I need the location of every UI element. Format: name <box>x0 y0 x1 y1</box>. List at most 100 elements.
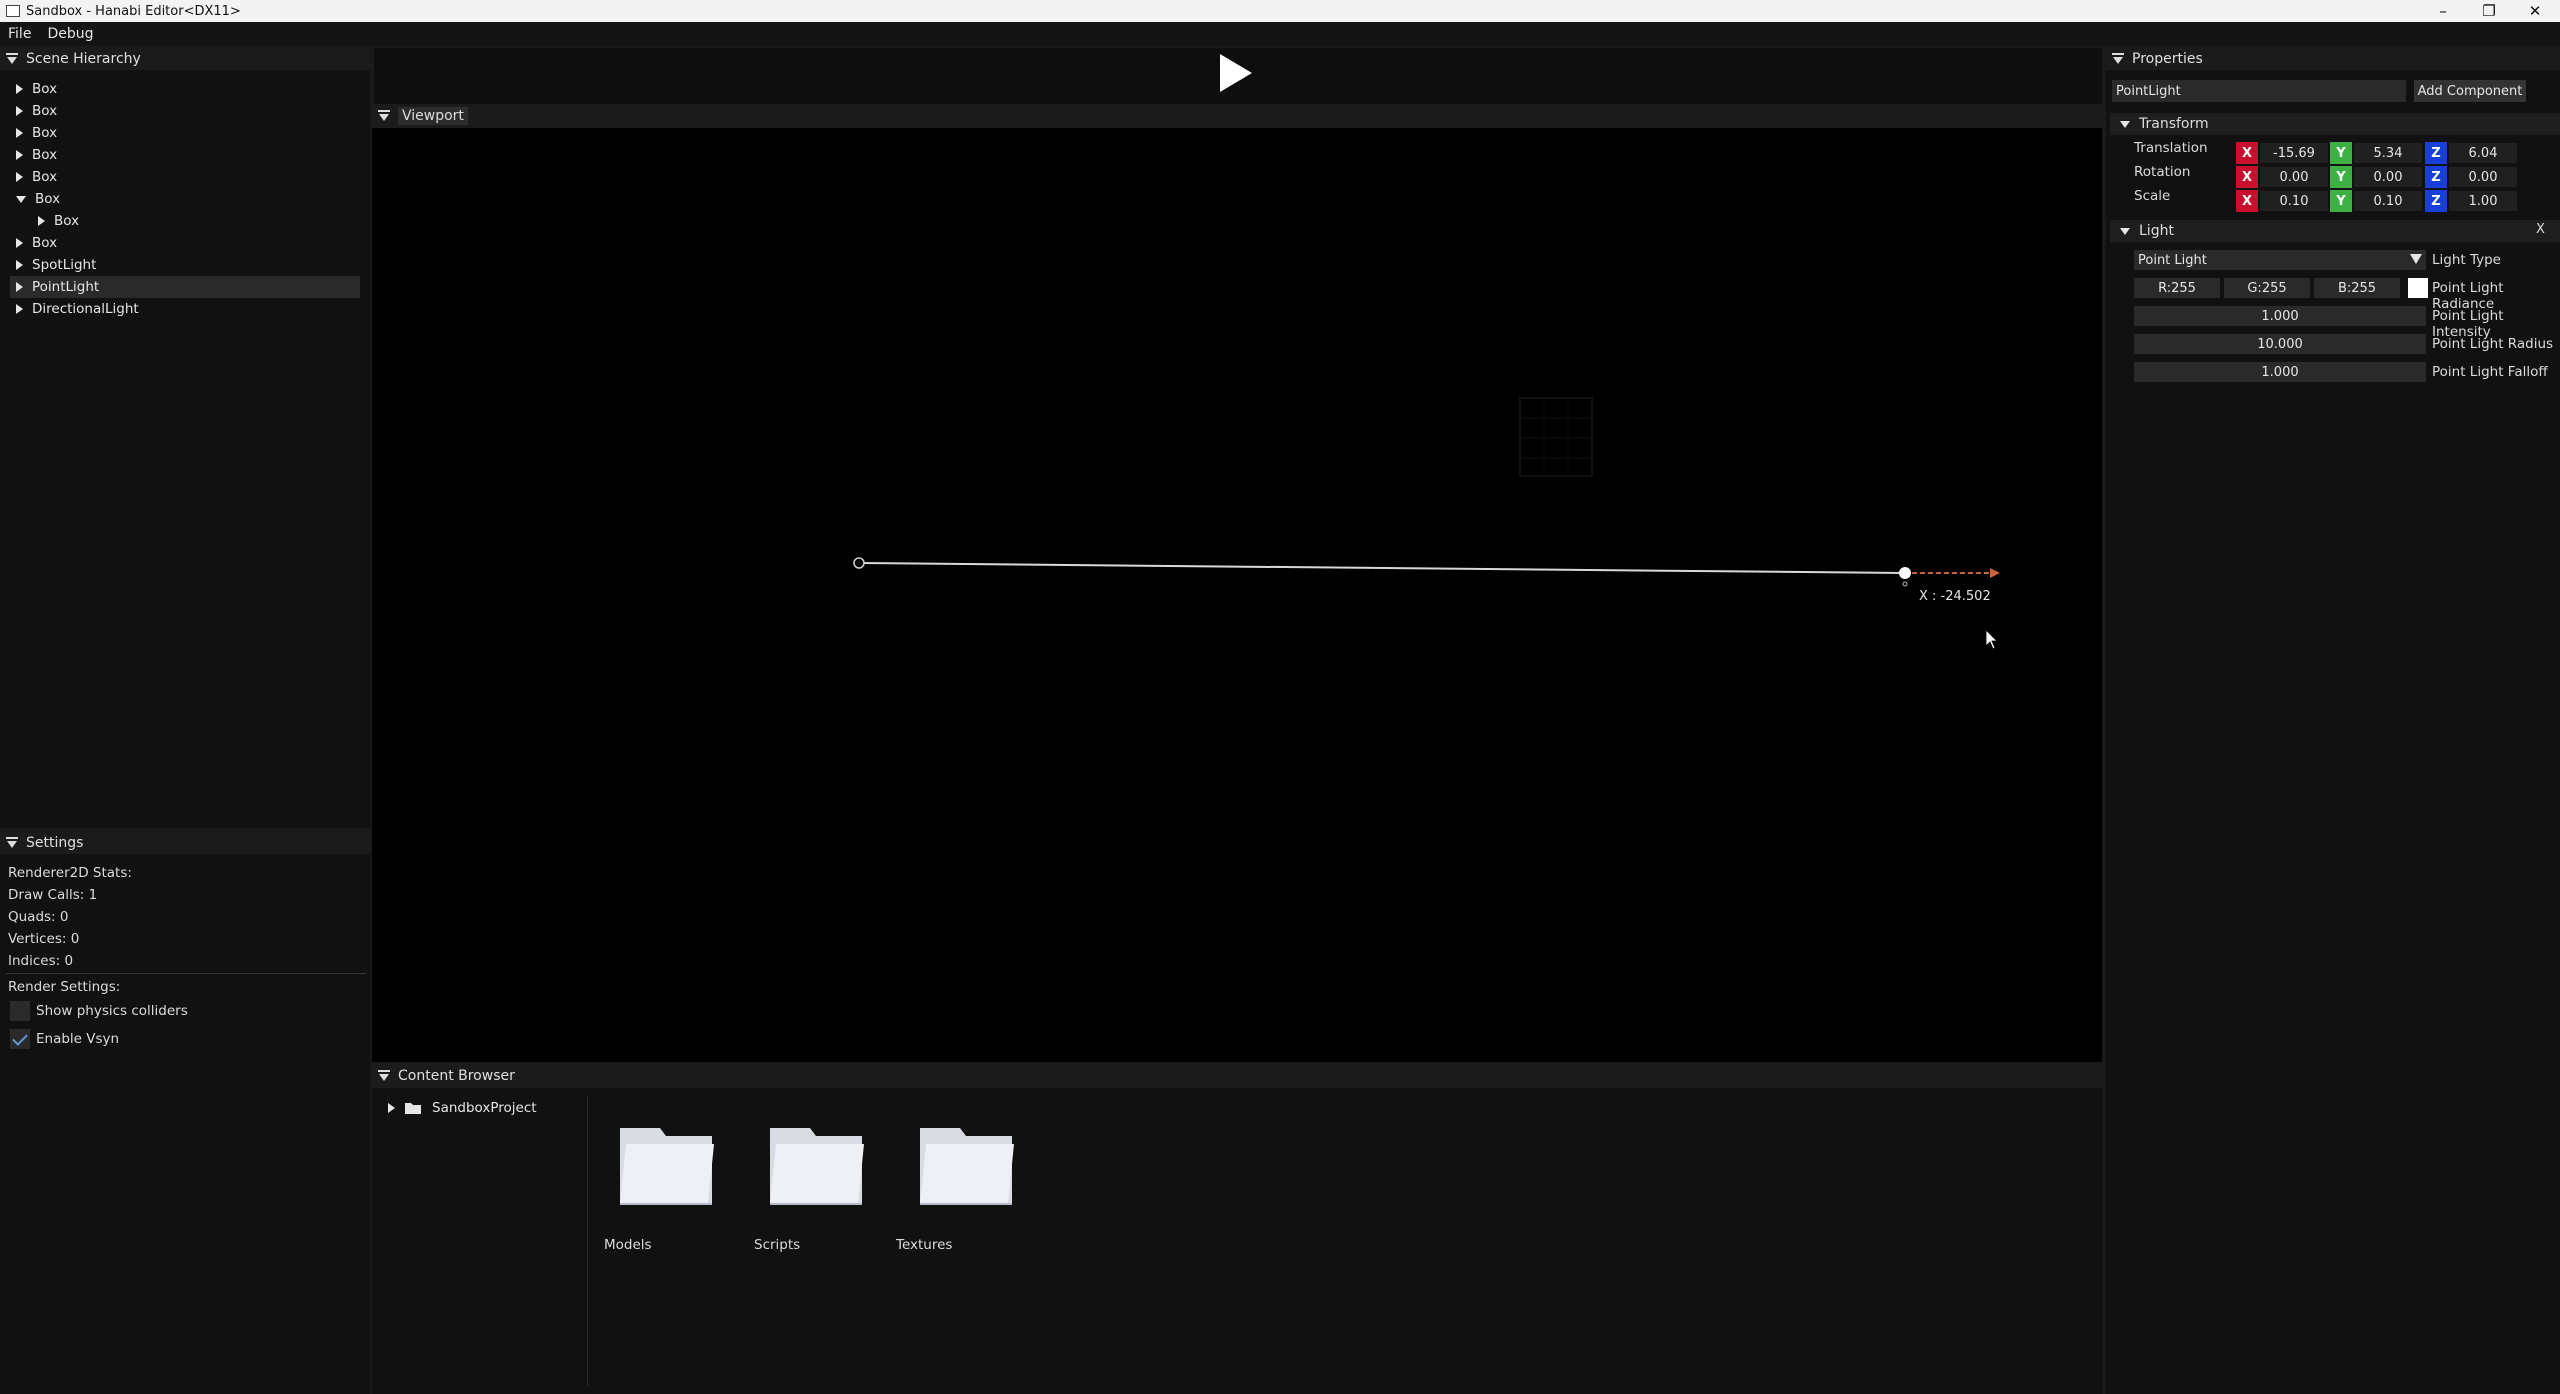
remove-component-button[interactable]: X <box>2536 222 2545 237</box>
transform-y-field[interactable]: 0.00 <box>2354 167 2422 187</box>
viewport-tab[interactable]: Viewport <box>398 107 468 125</box>
tree-item[interactable]: Box <box>16 232 57 254</box>
radius-field[interactable]: 10.000 <box>2134 334 2426 354</box>
vertices-stat: Vertices: 0 <box>8 931 80 947</box>
folder-item[interactable] <box>616 1124 720 1210</box>
falloff-field[interactable]: 1.000 <box>2134 362 2426 382</box>
vsync-label: Enable Vsyn <box>36 1031 120 1047</box>
axis-z-reset-button[interactable]: Z <box>2425 142 2447 164</box>
expand-arrow-icon[interactable] <box>16 106 23 116</box>
expand-arrow-icon[interactable] <box>16 128 23 138</box>
gizmo-origin-handle[interactable] <box>853 557 865 569</box>
panel-menu-icon[interactable] <box>6 837 18 849</box>
vsync-checkbox[interactable] <box>10 1029 30 1049</box>
tree-item[interactable]: Box <box>16 144 57 166</box>
tree-item-label: SpotLight <box>32 257 97 273</box>
viewport-canvas[interactable]: X : -24.502 <box>372 128 2102 1062</box>
tree-item[interactable]: SpotLight <box>16 254 96 276</box>
expand-arrow-icon[interactable] <box>16 304 23 314</box>
scene-hierarchy-header: Scene Hierarchy <box>0 48 370 70</box>
tree-item[interactable]: Box <box>38 210 79 232</box>
folder-label: Scripts <box>754 1237 801 1253</box>
collapse-arrow-icon[interactable] <box>2120 227 2130 235</box>
transform-z-field[interactable]: 1.00 <box>2449 191 2517 211</box>
transform-x-field[interactable]: 0.10 <box>2260 191 2328 211</box>
gizmo-readout: X : -24.502 <box>1919 589 1991 604</box>
divider <box>6 973 366 974</box>
axis-x-reset-button[interactable]: X <box>2236 142 2258 164</box>
content-browser-panel: Content Browser <box>372 1064 2102 1394</box>
dropdown-arrow-icon[interactable] <box>2410 254 2422 264</box>
expand-arrow-icon[interactable] <box>38 216 45 226</box>
expand-arrow-icon[interactable] <box>16 172 23 182</box>
axis-x-reset-button[interactable]: X <box>2236 166 2258 188</box>
expand-arrow-icon[interactable] <box>16 84 23 94</box>
sandbox-project-node[interactable]: SandboxProject <box>388 1097 537 1119</box>
tree-item[interactable]: Box <box>16 78 57 100</box>
tree-item[interactable]: Box <box>16 188 60 210</box>
transform-y-field[interactable]: 5.34 <box>2354 143 2422 163</box>
menu-debug[interactable]: Debug <box>47 26 93 42</box>
title-bar: Sandbox - Hanabi Editor<DX11> <box>0 0 2560 22</box>
axis-y-reset-button[interactable]: Y <box>2330 142 2352 164</box>
box-mesh <box>1519 397 1593 477</box>
axis-y-reset-button[interactable]: Y <box>2330 166 2352 188</box>
axis-y-reset-button[interactable]: Y <box>2330 190 2352 212</box>
collapse-arrow-icon[interactable] <box>2120 120 2130 128</box>
expand-arrow-icon[interactable] <box>16 150 23 160</box>
transform-x-field[interactable]: 0.00 <box>2260 167 2328 187</box>
radiance-g-field[interactable]: G:255 <box>2224 278 2310 298</box>
transform-z-field[interactable]: 6.04 <box>2449 143 2517 163</box>
light-title: Light <box>2139 223 2174 239</box>
transform-x-field[interactable]: -15.69 <box>2260 143 2328 163</box>
panel-menu-icon[interactable] <box>2112 53 2124 65</box>
transform-section-header[interactable]: Transform <box>2110 113 2560 135</box>
folder-icon <box>405 1103 421 1114</box>
properties-header: Properties <box>2106 48 2560 70</box>
tree-item[interactable]: PointLight <box>10 276 360 298</box>
light-section-header[interactable]: Light <box>2110 220 2560 242</box>
minimize-button[interactable]: – <box>2420 0 2466 22</box>
tree-item-label: Box <box>32 235 58 251</box>
play-icon[interactable] <box>1220 54 1252 92</box>
add-component-button[interactable]: Add Component <box>2414 80 2526 102</box>
close-window-button[interactable]: ✕ <box>2512 0 2558 22</box>
light-type-select[interactable]: Point Light <box>2134 250 2426 270</box>
tree-item-label: Box <box>32 103 58 119</box>
panel-menu-icon[interactable] <box>6 53 18 65</box>
folder-icon <box>620 1128 714 1205</box>
stats-header: Renderer2D Stats: <box>8 865 132 881</box>
folder-item[interactable] <box>916 1124 1020 1210</box>
axis-x-reset-button[interactable]: X <box>2236 190 2258 212</box>
entity-name-input[interactable]: PointLight <box>2112 80 2406 102</box>
restore-button[interactable]: ❐ <box>2466 0 2512 22</box>
expand-arrow-icon[interactable] <box>16 260 23 270</box>
collapse-arrow-icon[interactable] <box>16 195 26 203</box>
folder-item[interactable] <box>766 1124 870 1210</box>
tree-item[interactable]: Box <box>16 166 57 188</box>
radius-label: Point Light Radius <box>2432 336 2554 352</box>
radiance-b-field[interactable]: B:255 <box>2314 278 2400 298</box>
show-colliders-checkbox[interactable] <box>10 1001 30 1021</box>
gizmo-small-handle <box>1902 581 1908 587</box>
tree-item[interactable]: Box <box>16 122 57 144</box>
radiance-r-field[interactable]: R:255 <box>2134 278 2220 298</box>
tree-item[interactable]: Box <box>16 100 57 122</box>
expand-arrow-icon[interactable] <box>16 282 23 292</box>
expand-arrow-icon[interactable] <box>388 1103 395 1113</box>
panel-menu-icon[interactable] <box>378 110 390 122</box>
menu-file[interactable]: File <box>8 26 31 42</box>
settings-header: Settings <box>0 832 370 854</box>
gizmo-x-arrow-icon[interactable] <box>1990 568 2000 578</box>
transform-y-field[interactable]: 0.10 <box>2354 191 2422 211</box>
axis-z-reset-button[interactable]: Z <box>2425 190 2447 212</box>
render-settings-header: Render Settings: <box>8 979 121 995</box>
gizmo-end-handle[interactable] <box>1899 567 1911 579</box>
axis-z-reset-button[interactable]: Z <box>2425 166 2447 188</box>
tree-item[interactable]: DirectionalLight <box>16 298 139 320</box>
panel-menu-icon[interactable] <box>378 1070 390 1082</box>
expand-arrow-icon[interactable] <box>16 238 23 248</box>
transform-z-field[interactable]: 0.00 <box>2449 167 2517 187</box>
intensity-field[interactable]: 1.000 <box>2134 306 2426 326</box>
radiance-color-swatch[interactable] <box>2408 278 2428 298</box>
